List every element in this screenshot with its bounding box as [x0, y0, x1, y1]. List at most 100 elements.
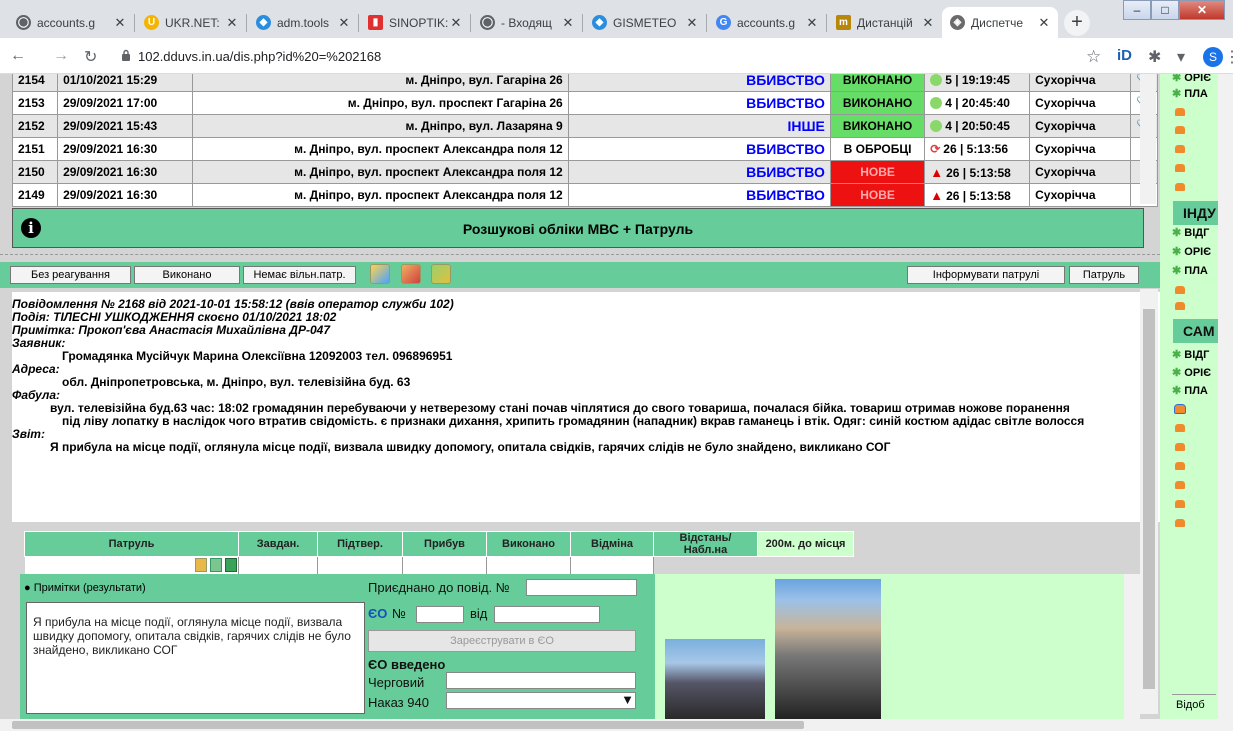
no-free-patrol-button[interactable]: Немає вільн.патр. — [243, 266, 356, 284]
close-tab-icon[interactable]: ✕ — [804, 15, 820, 31]
incident-status: В ОБРОБЦІ — [829, 137, 926, 161]
forward-icon[interactable]: → — [53, 47, 69, 65]
browser-tab[interactable]: ◆ adm.tools ✕ — [248, 7, 358, 38]
close-tab-icon[interactable]: ✕ — [224, 15, 240, 31]
browser-tab[interactable]: U UKR.NET: I ✕ — [136, 7, 246, 38]
incident-status: НОВЕ — [829, 183, 926, 207]
display-button[interactable]: Відоб — [1172, 694, 1216, 716]
inform-patrols-button[interactable]: Інформувати патрулі — [907, 266, 1065, 284]
browser-tab[interactable]: ◆ GISMETEO ✕ — [584, 7, 706, 38]
eo-number-input[interactable] — [416, 606, 464, 623]
browser-tab[interactable]: G accounts.g ✕ — [708, 7, 826, 38]
check-circle-icon — [930, 120, 943, 132]
car-icon[interactable] — [1175, 108, 1185, 116]
menu-icon[interactable]: ⋮ — [1224, 47, 1233, 67]
car-icon[interactable] — [1175, 183, 1185, 191]
applicant-value: Громадянка Мусійчук Марина Олексіївна 12… — [62, 349, 453, 363]
close-tab-icon[interactable]: ✕ — [1036, 15, 1052, 31]
extension-id-icon[interactable]: iD — [1117, 47, 1132, 64]
browser-tab[interactable]: ◯ accounts.g ✕ — [8, 7, 134, 38]
table-row[interactable]: 2154 01/10/2021 15:29 м. Дніпро, вул. Гага… — [11, 74, 1159, 92]
car-icon[interactable] — [1175, 302, 1185, 310]
car-icon[interactable] — [1175, 424, 1185, 432]
extensions-icon[interactable]: ✱ — [1148, 47, 1161, 67]
car-icon[interactable] — [1175, 462, 1185, 470]
incident-metric: 4 | 20:45:40 — [924, 91, 1031, 115]
patrol-button[interactable]: Патруль — [1069, 266, 1139, 284]
incident-metric: ⟳ 26 | 5:13:56 — [924, 137, 1031, 161]
back-icon[interactable]: ← — [10, 47, 26, 65]
right-item[interactable]: ✱ ОРІЄ — [1172, 366, 1211, 379]
car-icon[interactable] — [1175, 443, 1185, 451]
maximize-button[interactable]: □ — [1151, 0, 1179, 20]
close-tab-icon[interactable]: ✕ — [560, 15, 576, 31]
eo-date-input[interactable] — [494, 606, 600, 623]
close-tab-icon[interactable]: ✕ — [684, 15, 700, 31]
scene-photo-2[interactable] — [775, 579, 881, 719]
horizontal-scrollbar[interactable] — [0, 719, 1233, 731]
no-reaction-button[interactable]: Без реагування — [10, 266, 131, 284]
details-scrollbar[interactable] — [1140, 289, 1158, 714]
table-row[interactable]: 2151 29/09/2021 16:30 м. Дніпро, вул. прос… — [11, 137, 1159, 161]
close-window-button[interactable]: ✕ — [1179, 0, 1225, 20]
right-scrollbar[interactable] — [1218, 74, 1233, 719]
right-item[interactable]: ✱ ОРІЄ — [1172, 245, 1211, 258]
browser-tab[interactable]: ◯ - Входящ ✕ — [472, 7, 582, 38]
layers-icon[interactable] — [431, 264, 451, 284]
register-eo-button[interactable]: Зареєструвати в ЄО — [368, 630, 636, 652]
done-button[interactable]: Виконано — [134, 266, 240, 284]
right-item[interactable]: ✱ ПЛА — [1172, 264, 1208, 277]
new-tab-button[interactable]: + — [1064, 10, 1090, 36]
photos-scrollbar[interactable] — [1124, 574, 1140, 719]
tab-search-icon[interactable]: ▾ — [1177, 47, 1185, 67]
col-confirm: Підтвер. — [317, 531, 403, 557]
phone-icon[interactable] — [225, 558, 237, 572]
route-icon[interactable] — [401, 264, 421, 284]
table-row[interactable]: 2152 29/09/2021 15:43 м. Дніпро, вул. Лаза… — [11, 114, 1159, 138]
incidents-scrollbar[interactable] — [1140, 74, 1156, 204]
lock-icon — [122, 49, 130, 61]
table-row[interactable]: 2149 29/09/2021 16:30 м. Дніпро, вул. прос… — [11, 183, 1159, 207]
table-row[interactable]: 2150 29/09/2021 16:30 м. Дніпро, вул. прос… — [11, 160, 1159, 184]
close-tab-icon[interactable]: ✕ — [920, 15, 936, 31]
car-icon[interactable] — [1174, 404, 1186, 414]
car-icon[interactable] — [1175, 481, 1185, 489]
car-icon[interactable] — [1175, 500, 1185, 508]
bookmark-star-icon[interactable]: ☆ — [1086, 47, 1101, 67]
car-icon[interactable] — [1175, 164, 1185, 172]
attach-input[interactable] — [526, 579, 637, 596]
tab-favicon-icon: ◈ — [950, 15, 965, 30]
sms-icon[interactable] — [209, 558, 222, 572]
car-icon[interactable] — [1175, 519, 1185, 527]
close-tab-icon[interactable]: ✕ — [336, 15, 352, 31]
incident-officer: Сухорічча — [1029, 137, 1131, 161]
table-row[interactable]: 2153 29/09/2021 17:00 м. Дніпро, вул. прос… — [11, 91, 1159, 115]
close-tab-icon[interactable]: ✕ — [448, 15, 464, 31]
car-icon[interactable] — [1175, 126, 1185, 134]
car-icon[interactable] — [1175, 145, 1185, 153]
profile-avatar[interactable]: S — [1203, 47, 1223, 67]
browser-tab-active[interactable]: ◈ Диспетче ✕ — [942, 7, 1058, 38]
browser-tab[interactable]: ▮ SINOPTIK: ✕ — [360, 7, 470, 38]
address-bar[interactable]: 102.dduvs.in.ua/dis.php?id%20=%202168 — [138, 49, 381, 64]
main-column: 2154 01/10/2021 15:29 м. Дніпро, вул. Гага… — [0, 74, 1172, 719]
reload-icon[interactable]: ↻ — [84, 47, 97, 67]
splitter[interactable] — [0, 254, 1160, 257]
right-item[interactable]: ✱ ПЛА — [1172, 87, 1208, 100]
patrol-info-icon[interactable] — [194, 558, 207, 572]
scene-photo-1[interactable] — [665, 639, 765, 719]
right-item[interactable]: ✱ ПЛА — [1172, 384, 1208, 397]
close-tab-icon[interactable]: ✕ — [112, 15, 128, 31]
notes-textarea[interactable]: Я прибула на місце події, оглянула місце… — [26, 602, 365, 714]
browser-tab[interactable]: m Дистанцій ✕ — [828, 7, 942, 38]
duty-input[interactable] — [446, 672, 636, 689]
right-item[interactable]: ✱ ВІДГ — [1172, 348, 1209, 361]
right-item[interactable]: ✱ ВІДГ — [1172, 226, 1209, 239]
incident-metric: ▲ 26 | 5:13:58 — [924, 183, 1031, 207]
right-item[interactable]: ✱ ОРІЄ — [1172, 74, 1211, 84]
search-banner[interactable]: i Розшукові обліки МВС + Патруль — [12, 208, 1144, 248]
order-select[interactable]: ▼ — [446, 692, 636, 709]
minimize-button[interactable]: – — [1123, 0, 1151, 20]
map-icon[interactable] — [370, 264, 390, 284]
car-icon[interactable] — [1175, 286, 1185, 294]
